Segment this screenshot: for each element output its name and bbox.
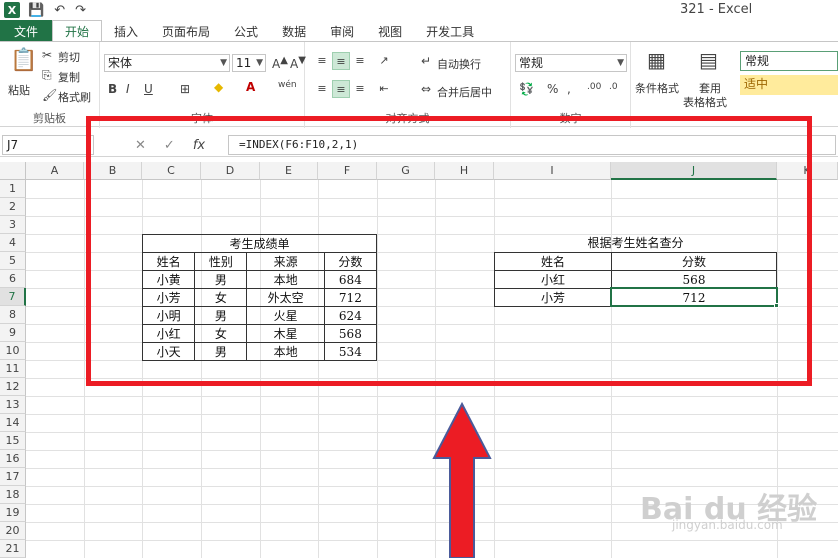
underline-button[interactable]: U	[144, 82, 153, 96]
row-header[interactable]: 1	[0, 180, 26, 198]
format-painter-button[interactable]: 格式刷	[58, 89, 91, 105]
undo-icon[interactable]: ↶	[54, 3, 65, 18]
wrap-text-icon: ↵	[421, 54, 432, 68]
brush-icon: 🖌	[42, 88, 58, 102]
row-header[interactable]: 16	[0, 450, 26, 468]
excel-logo-icon: X	[4, 2, 20, 18]
window-title: 321 - Excel	[680, 2, 753, 17]
chevron-down-icon: ▼	[220, 58, 227, 68]
number-format-select[interactable]: 常规 ▼	[515, 54, 627, 72]
row-header[interactable]: 12	[0, 378, 26, 396]
number-format-value: 常规	[519, 56, 544, 70]
chevron-down-icon: ▼	[256, 58, 263, 68]
conditional-format-icon: ▦	[647, 48, 666, 72]
tab-file[interactable]: 文件	[0, 20, 52, 42]
comma-icon[interactable]: ,	[567, 82, 571, 96]
font-size-value: 11	[236, 56, 252, 70]
highlight-rectangle	[86, 116, 812, 386]
save-icon[interactable]: 💾	[28, 3, 44, 18]
style-neutral[interactable]: 适中	[740, 75, 838, 95]
row-header[interactable]: 9	[0, 324, 26, 342]
wrap-text-button[interactable]: 自动换行	[437, 56, 481, 72]
row-header[interactable]: 20	[0, 522, 26, 540]
percent-icon[interactable]: %	[547, 82, 558, 96]
merge-center-button[interactable]: 合并后居中	[437, 84, 492, 100]
tab-insert[interactable]: 插入	[102, 20, 150, 42]
row-header[interactable]: 8	[0, 306, 26, 324]
font-name-select[interactable]: 宋体 ▼	[104, 54, 230, 72]
clipboard-group: 📋 粘贴 ✂ 剪切 ⎘ 复制 🖌 格式刷 剪贴板	[0, 42, 100, 128]
align-center-icon[interactable]: ≡	[332, 80, 350, 98]
italic-button[interactable]: I	[126, 82, 130, 96]
tab-formulas[interactable]: 公式	[222, 20, 270, 42]
align-left-icon[interactable]: ≡	[313, 80, 331, 98]
font-color-icon[interactable]: A	[246, 80, 255, 94]
clipboard-group-label: 剪贴板	[33, 112, 66, 125]
row-header[interactable]: 13	[0, 396, 26, 414]
table-format-label-2[interactable]: 表格格式	[683, 94, 727, 110]
cut-button[interactable]: 剪切	[58, 49, 80, 65]
tab-home[interactable]: 开始	[52, 20, 103, 42]
row-header[interactable]: 10	[0, 342, 26, 360]
copy-icon: ⎘	[42, 68, 52, 82]
increase-decimal-icon[interactable]: .00	[587, 82, 601, 92]
scissors-icon: ✂	[42, 48, 53, 62]
decrease-decimal-icon[interactable]: .0	[609, 82, 618, 92]
merge-icon: ⇔	[421, 82, 432, 96]
chevron-down-icon: ▼	[617, 58, 624, 68]
tab-review[interactable]: 审阅	[318, 20, 366, 42]
watermark-url: jingyan.baidu.com	[672, 518, 783, 532]
row-header[interactable]: 5	[0, 252, 26, 270]
border-icon[interactable]: ⊞	[180, 82, 190, 96]
font-size-select[interactable]: 11 ▼	[232, 54, 266, 72]
row-header[interactable]: 6	[0, 270, 26, 288]
indent-icon[interactable]: ⇤	[375, 80, 393, 98]
row-header[interactable]: 3	[0, 216, 26, 234]
row-header[interactable]: 11	[0, 360, 26, 378]
shrink-font-icon[interactable]: A▼	[290, 55, 306, 71]
arrow-up-icon	[432, 401, 492, 558]
ribbon: 📋 粘贴 ✂ 剪切 ⎘ 复制 🖌 格式刷 剪贴板 宋体 ▼ 11 ▼ A▲ A▼…	[0, 41, 838, 128]
copy-button[interactable]: 复制	[58, 69, 80, 85]
font-name-value: 宋体	[108, 56, 133, 70]
tab-page-layout[interactable]: 页面布局	[150, 20, 222, 42]
title-bar: X 💾 ↶ ↷ 321 - Excel	[0, 0, 838, 20]
phonetic-icon[interactable]: wén	[278, 80, 297, 90]
row-header[interactable]: 21	[0, 540, 26, 558]
tab-developer[interactable]: 开发工具	[414, 20, 486, 42]
redo-icon[interactable]: ↷	[75, 3, 86, 18]
table-format-icon: ▤	[699, 48, 718, 72]
column-header-a[interactable]: A	[26, 162, 84, 180]
quick-access-toolbar: 💾 ↶ ↷	[28, 3, 86, 18]
paste-icon[interactable]: 📋	[10, 48, 37, 73]
tab-data[interactable]: 数据	[270, 20, 318, 42]
align-top-icon[interactable]: ≡	[313, 52, 331, 70]
currency-icon[interactable]: 💱	[519, 82, 534, 96]
row-header[interactable]: 19	[0, 504, 26, 522]
row-header[interactable]: 18	[0, 486, 26, 504]
conditional-format-button[interactable]: 条件格式	[635, 80, 679, 96]
paste-button[interactable]: 粘贴	[8, 82, 30, 98]
row-header[interactable]: 17	[0, 468, 26, 486]
align-bottom-icon[interactable]: ≡	[351, 52, 369, 70]
row-header[interactable]: 14	[0, 414, 26, 432]
row-header[interactable]: 15	[0, 432, 26, 450]
orientation-icon[interactable]: ↗	[375, 52, 393, 70]
tab-view[interactable]: 视图	[366, 20, 414, 42]
row-header[interactable]: 4	[0, 234, 26, 252]
align-middle-icon[interactable]: ≡	[332, 52, 350, 70]
align-right-icon[interactable]: ≡	[351, 80, 369, 98]
row-header[interactable]: 2	[0, 198, 26, 216]
fill-color-icon[interactable]: ◆	[214, 80, 223, 94]
style-normal[interactable]: 常规	[740, 51, 838, 71]
row-header[interactable]: 7	[0, 288, 26, 306]
bold-button[interactable]: B	[108, 82, 117, 96]
name-box[interactable]: J7	[2, 135, 94, 155]
ribbon-tabs: 文件 开始 插入 页面布局 公式 数据 审阅 视图 开发工具	[0, 20, 838, 42]
select-all-corner[interactable]	[0, 162, 26, 180]
grow-font-icon[interactable]: A▲	[272, 55, 288, 71]
